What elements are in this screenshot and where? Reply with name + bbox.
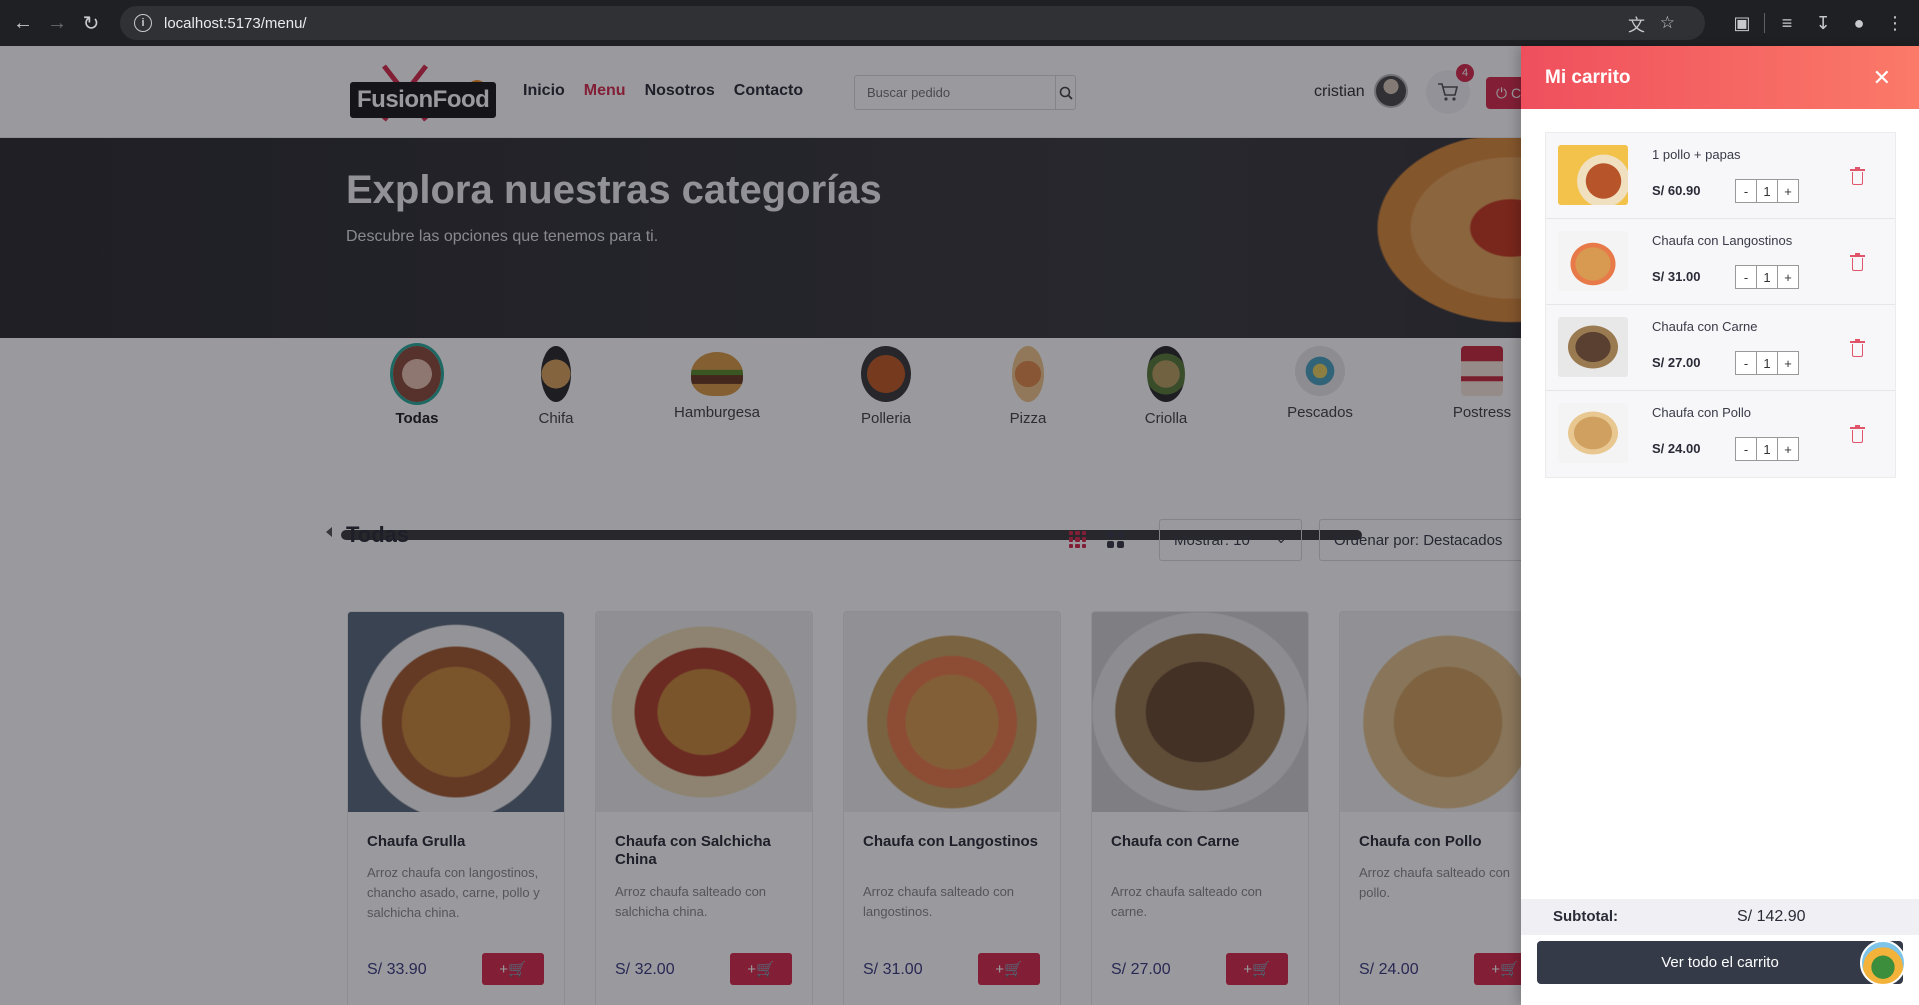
- view-cart-button[interactable]: Ver todo el carrito: [1537, 941, 1903, 984]
- cart-item-name: Chaufa con Langostinos: [1652, 233, 1793, 248]
- cart-drawer-header: Mi carrito ✕: [1521, 46, 1919, 109]
- modal-backdrop[interactable]: [0, 46, 1521, 1005]
- trash-icon[interactable]: [1850, 425, 1865, 443]
- cart-item: Chaufa con Pollo S/ 24.00 - 1 +: [1546, 391, 1895, 477]
- cart-item-name: Chaufa con Pollo: [1652, 405, 1752, 420]
- decrease-button[interactable]: -: [1735, 437, 1757, 461]
- increase-button[interactable]: +: [1777, 437, 1799, 461]
- subtotal-bar: Subtotal: S/ 142.90: [1521, 899, 1919, 935]
- site-info-icon[interactable]: i: [134, 14, 152, 32]
- quantity-value[interactable]: 1: [1756, 179, 1778, 203]
- close-icon[interactable]: ✕: [1873, 65, 1891, 91]
- download-icon[interactable]: ↧: [1805, 5, 1841, 41]
- increase-button[interactable]: +: [1777, 179, 1799, 203]
- cart-title: Mi carrito: [1545, 66, 1631, 88]
- cart-item-image: [1558, 403, 1628, 463]
- quantity-value[interactable]: 1: [1756, 351, 1778, 375]
- increase-button[interactable]: +: [1777, 265, 1799, 289]
- toolbar-divider: [1764, 13, 1765, 33]
- cart-item-image: [1558, 231, 1628, 291]
- quantity-value[interactable]: 1: [1756, 265, 1778, 289]
- decrease-button[interactable]: -: [1735, 179, 1757, 203]
- profile-icon[interactable]: ●: [1841, 5, 1877, 41]
- cart-drawer: Mi carrito ✕ 1 pollo + papas S/ 60.90 - …: [1521, 46, 1919, 1005]
- translate-icon[interactable]: 文: [1628, 11, 1645, 36]
- menu-kebab-icon[interactable]: ⋮: [1877, 5, 1913, 41]
- quantity-stepper: - 1 +: [1735, 351, 1799, 375]
- url-text[interactable]: localhost:5173/menu/: [164, 15, 307, 32]
- forward-icon[interactable]: →: [40, 6, 74, 40]
- trash-icon[interactable]: [1850, 253, 1865, 271]
- back-icon[interactable]: ←: [6, 6, 40, 40]
- increase-button[interactable]: +: [1777, 351, 1799, 375]
- decrease-button[interactable]: -: [1735, 351, 1757, 375]
- cart-item-price: S/ 31.00: [1652, 269, 1701, 284]
- cart-item: 1 pollo + papas S/ 60.90 - 1 +: [1546, 133, 1895, 219]
- cart-item: Chaufa con Carne S/ 27.00 - 1 +: [1546, 305, 1895, 391]
- media-controls-icon[interactable]: ≡: [1769, 5, 1805, 41]
- quantity-stepper: - 1 +: [1735, 265, 1799, 289]
- cart-item-image: [1558, 145, 1628, 205]
- quantity-stepper: - 1 +: [1735, 179, 1799, 203]
- cart-item-price: S/ 24.00: [1652, 441, 1701, 456]
- cart-item-image: [1558, 317, 1628, 377]
- cart-item: Chaufa con Langostinos S/ 31.00 - 1 +: [1546, 219, 1895, 305]
- cart-item-name: 1 pollo + papas: [1652, 147, 1741, 162]
- cart-item-list: 1 pollo + papas S/ 60.90 - 1 + Chaufa co…: [1545, 132, 1896, 478]
- browser-toolbar: ← → ↻ i localhost:5173/menu/ 文 ☆ ▣ ≡ ↧ ●…: [0, 0, 1919, 46]
- subtotal-value: S/ 142.90: [1737, 908, 1806, 925]
- cart-item-price: S/ 27.00: [1652, 355, 1701, 370]
- cart-item-price: S/ 60.90: [1652, 183, 1701, 198]
- decrease-button[interactable]: -: [1735, 265, 1757, 289]
- trash-icon[interactable]: [1850, 339, 1865, 357]
- reload-icon[interactable]: ↻: [74, 6, 108, 40]
- bookmark-star-icon[interactable]: ☆: [1660, 13, 1675, 33]
- quantity-stepper: - 1 +: [1735, 437, 1799, 461]
- chat-assistant-icon[interactable]: [1860, 940, 1906, 986]
- quantity-value[interactable]: 1: [1756, 437, 1778, 461]
- trash-icon[interactable]: [1850, 167, 1865, 185]
- subtotal-label: Subtotal:: [1553, 908, 1618, 925]
- cart-item-name: Chaufa con Carne: [1652, 319, 1758, 334]
- extensions-icon[interactable]: ▣: [1724, 5, 1760, 41]
- address-bar[interactable]: i localhost:5173/menu/ 文 ☆: [120, 6, 1705, 40]
